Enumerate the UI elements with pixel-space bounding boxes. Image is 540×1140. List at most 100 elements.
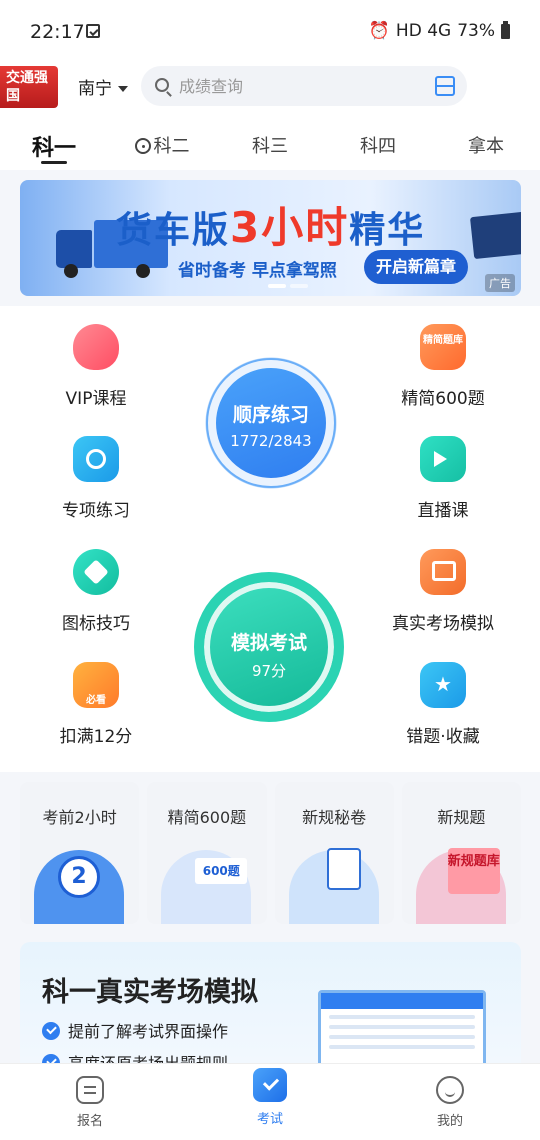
ad-label: 广告 bbox=[485, 274, 515, 292]
feature-label: 错题·收藏 bbox=[406, 727, 480, 747]
exam-icon bbox=[253, 1068, 287, 1102]
feature-label: VIP课程 bbox=[65, 389, 127, 409]
must-see-icon: 必看 bbox=[73, 662, 119, 708]
nav-register[interactable]: 报名 bbox=[0, 1064, 180, 1140]
banner-subtitle: 省时备考 早点拿驾照 bbox=[178, 261, 337, 281]
promo-title: 科一真实考场模拟 bbox=[42, 977, 258, 1008]
battery-icon bbox=[501, 20, 510, 39]
sign-icon bbox=[73, 549, 119, 595]
city-selector[interactable]: 南宁 bbox=[78, 74, 128, 99]
tab-label: 科四 bbox=[360, 136, 396, 157]
battery-percent: 73% bbox=[457, 21, 495, 41]
card-new-rules-secret[interactable]: 新规秘卷 bbox=[274, 782, 394, 924]
promo-item: 提前了解考试界面操作 bbox=[42, 1018, 228, 1042]
headline-part: 货车版 bbox=[116, 210, 231, 251]
card-title: 精简600题 bbox=[167, 808, 247, 827]
bottom-nav: 报名 考试 我的 bbox=[0, 1064, 540, 1140]
headline-highlight: 3小时 bbox=[230, 203, 350, 252]
status-right: ⏰ HD 4G 73% bbox=[368, 20, 510, 41]
city-name: 南宁 bbox=[78, 79, 112, 99]
feature-label: 直播课 bbox=[417, 501, 469, 521]
book-icon: 新规题库 bbox=[447, 848, 500, 894]
feature-label: 精简600题 bbox=[401, 389, 485, 409]
promo-banner[interactable]: 货车版3小时精华 省时备考 早点拿驾照 开启新篇章 广告 bbox=[20, 180, 521, 296]
feature-mistakes-favorites[interactable]: 错题·收藏 bbox=[363, 662, 523, 747]
status-bar: 22:17 ⏰ HD 4G 73% bbox=[0, 0, 540, 62]
search-bar[interactable] bbox=[141, 66, 467, 106]
pager-dot bbox=[268, 284, 286, 288]
card-new-rules[interactable]: 新规题 新规题库 bbox=[401, 782, 521, 924]
tab-subject-1[interactable]: 科一 bbox=[0, 118, 108, 170]
caret-down-icon bbox=[118, 86, 128, 92]
form-icon bbox=[76, 1076, 104, 1104]
card-title: 新规秘卷 bbox=[302, 808, 367, 827]
subject-tabs: 科一 科二 科三 科四 拿本 bbox=[0, 118, 540, 170]
stopwatch-icon: 2 bbox=[58, 856, 100, 898]
feature-600-questions[interactable]: 精简题库 精简600题 bbox=[363, 324, 523, 409]
scroll-icon: 600题 bbox=[195, 858, 248, 884]
feature-real-exam-sim[interactable]: 真实考场模拟 bbox=[363, 549, 523, 634]
nav-profile[interactable]: 我的 bbox=[360, 1064, 540, 1140]
search-input[interactable] bbox=[179, 66, 419, 106]
feature-vip-course[interactable]: VIP课程 bbox=[16, 324, 176, 409]
banner-headline: 货车版3小时精华 bbox=[116, 194, 425, 255]
tab-label: 拿本 bbox=[468, 136, 504, 157]
exam-screen-illustration bbox=[318, 990, 486, 1064]
document-check-icon bbox=[326, 848, 361, 890]
nav-label: 报名 bbox=[76, 1114, 103, 1129]
feature-sign-tips[interactable]: 图标技巧 bbox=[16, 549, 176, 634]
banner-pager bbox=[268, 284, 308, 288]
pager-dot bbox=[290, 284, 308, 288]
target-icon bbox=[73, 436, 119, 482]
status-time: 22:17 bbox=[30, 21, 85, 43]
check-icon bbox=[42, 1054, 60, 1064]
card-2-hours-before[interactable]: 考前2小时 2 bbox=[20, 782, 140, 924]
nav-label: 考试 bbox=[256, 1112, 283, 1127]
notification-icon bbox=[86, 24, 100, 38]
exam-sim-promo[interactable]: 科一真实考场模拟 提前了解考试界面操作 高度还原考场出题规则 bbox=[20, 942, 521, 1064]
tab-label: 科一 bbox=[31, 136, 76, 161]
mock-exam-button[interactable]: 模拟考试 97分 bbox=[194, 572, 344, 722]
header: 交通强国 南宁 bbox=[0, 62, 540, 118]
tab-get-license[interactable]: 拿本 bbox=[432, 118, 540, 170]
feature-special-practice[interactable]: 专项练习 bbox=[16, 436, 176, 521]
nav-label: 我的 bbox=[436, 1114, 463, 1129]
scan-icon[interactable] bbox=[435, 76, 455, 96]
nav-exam[interactable]: 考试 bbox=[180, 1064, 360, 1140]
monitor-icon bbox=[420, 549, 466, 595]
tab-subject-3[interactable]: 科三 bbox=[216, 118, 324, 170]
app-logo[interactable]: 交通强国 bbox=[0, 66, 58, 108]
sequential-practice-button[interactable]: 顺序练习 1772/2843 bbox=[196, 348, 346, 498]
alarm-icon: ⏰ bbox=[368, 21, 390, 41]
card-600-questions[interactable]: 精简600题 600题 bbox=[147, 782, 267, 924]
search-icon bbox=[155, 78, 169, 92]
tab-label: 科二 bbox=[153, 136, 190, 157]
quick-cards: 考前2小时 2 精简600题 600题 新规秘卷 新规题 新规题库 bbox=[20, 782, 521, 924]
practice-panel: VIP课程 专项练习 图标技巧 必看 扣满12分 精简题库 精简600题 直播课… bbox=[0, 306, 540, 772]
promo-item: 高度还原考场出题规则 bbox=[42, 1050, 228, 1064]
license-book-illustration bbox=[469, 210, 521, 260]
feature-12-points[interactable]: 必看 扣满12分 bbox=[16, 662, 176, 747]
tab-subject-4[interactable]: 科四 bbox=[324, 118, 432, 170]
tab-subject-2[interactable]: 科二 bbox=[108, 118, 216, 170]
question-bank-icon: 精简题库 bbox=[420, 324, 466, 370]
tab-label: 科三 bbox=[252, 136, 288, 157]
network-label: HD 4G bbox=[395, 21, 452, 41]
card-title: 考前2小时 bbox=[42, 808, 117, 827]
profile-icon bbox=[436, 1076, 464, 1104]
feature-label: 扣满12分 bbox=[59, 727, 133, 747]
promo-item-text: 高度还原考场出题规则 bbox=[68, 1054, 229, 1064]
banner-cta-button[interactable]: 开启新篇章 bbox=[364, 250, 468, 284]
card-title: 新规题 bbox=[437, 808, 486, 827]
sequential-practice-progress: 1772/2843 bbox=[230, 432, 312, 450]
mock-exam-title: 模拟考试 bbox=[230, 632, 307, 654]
feature-label: 真实考场模拟 bbox=[392, 614, 494, 634]
mock-exam-score: 97分 bbox=[251, 662, 287, 680]
live-video-icon bbox=[420, 436, 466, 482]
feature-label: 专项练习 bbox=[62, 501, 130, 521]
star-bookmark-icon bbox=[420, 662, 466, 708]
promo-item-text: 提前了解考试界面操作 bbox=[68, 1022, 229, 1041]
sequential-practice-title: 顺序练习 bbox=[232, 404, 309, 426]
headline-part: 精华 bbox=[349, 210, 426, 251]
feature-live-class[interactable]: 直播课 bbox=[363, 436, 523, 521]
